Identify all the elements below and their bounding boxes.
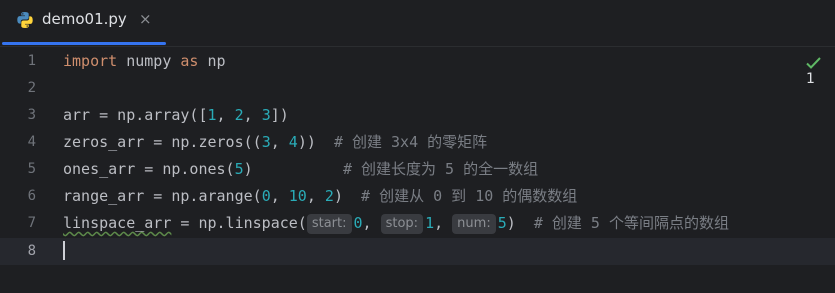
close-icon[interactable]: × — [139, 10, 152, 28]
code-text: zeros_arr = np.zeros(( — [63, 133, 262, 151]
code-text: = np.linspace( — [171, 214, 307, 232]
code-text: ) — [243, 160, 343, 178]
code-text: , — [243, 106, 262, 124]
number-literal: 3 — [261, 133, 271, 151]
variable-linspace-arr: linspace_arr — [63, 214, 172, 232]
module-name: numpy — [117, 52, 181, 70]
code-area[interactable]: import numpy as np arr = np.array([1, 2,… — [0, 47, 835, 293]
code-text: , — [362, 214, 381, 232]
number-literal: 1 — [425, 214, 435, 232]
code-text: , — [434, 214, 453, 232]
code-line-5: ones_arr = np.ones(5) # 创建长度为 5 的全一数组 — [0, 156, 835, 183]
code-editor[interactable]: 1 1 2 3 4 5 6 7 8 import numpy as np arr… — [0, 47, 835, 293]
param-hint-start: start: — [306, 214, 352, 234]
tab-demo01[interactable]: demo01.py × — [0, 0, 166, 46]
number-literal: 0 — [261, 187, 271, 205]
number-literal: 5 — [497, 214, 507, 232]
keyword-as: as — [180, 52, 199, 70]
code-text: arr = np.array([ — [63, 106, 208, 124]
code-text: ones_arr = np.ones( — [63, 160, 235, 178]
number-literal: 5 — [234, 160, 244, 178]
number-literal: 2 — [324, 187, 334, 205]
code-line-8-current[interactable] — [0, 238, 835, 265]
code-comment: # 创建 5 个等间隔点的数组 — [533, 214, 729, 232]
number-literal: 0 — [353, 214, 363, 232]
editor-tab-bar: demo01.py × — [0, 0, 835, 47]
code-comment: # 创建从 0 到 10 的偶数数组 — [361, 187, 578, 205]
code-text: )) — [297, 133, 334, 151]
code-line-1: import numpy as np — [0, 48, 835, 75]
code-text: , — [306, 187, 325, 205]
code-comment: # 创建长度为 5 的全一数组 — [342, 160, 539, 178]
number-literal: 3 — [261, 106, 271, 124]
number-literal: 1 — [207, 106, 217, 124]
code-text: , — [270, 133, 289, 151]
code-text: ) — [333, 187, 362, 205]
param-hint-num: num: — [452, 214, 496, 234]
param-hint-stop: stop: — [380, 214, 424, 234]
line-number-current: 8 — [27, 243, 36, 259]
code-line-7: linspace_arr = np.linspace(start: 0, stop… — [0, 210, 835, 237]
code-text: ) — [506, 214, 534, 232]
number-literal: 2 — [234, 106, 244, 124]
code-text: ]) — [270, 106, 289, 124]
number-literal: 10 — [288, 187, 307, 205]
keyword-import: import — [63, 52, 118, 70]
code-text: range_arr = np.arange( — [63, 187, 262, 205]
code-line-3: arr = np.array([1, 2, 3]) — [0, 102, 835, 129]
code-line-6: range_arr = np.arange(0, 10, 2) # 创建从 0 … — [0, 183, 835, 210]
code-line-4: zeros_arr = np.zeros((3, 4)) # 创建 3x4 的零… — [0, 129, 835, 156]
code-text: , — [216, 106, 235, 124]
active-tab-indicator — [2, 42, 166, 45]
number-literal: 4 — [288, 133, 298, 151]
python-icon — [17, 12, 33, 28]
text-caret — [63, 241, 65, 260]
tab-filename: demo01.py — [42, 10, 127, 28]
code-comment: # 创建 3x4 的零矩阵 — [333, 133, 488, 151]
module-alias: np — [198, 52, 226, 70]
code-text: , — [270, 187, 289, 205]
